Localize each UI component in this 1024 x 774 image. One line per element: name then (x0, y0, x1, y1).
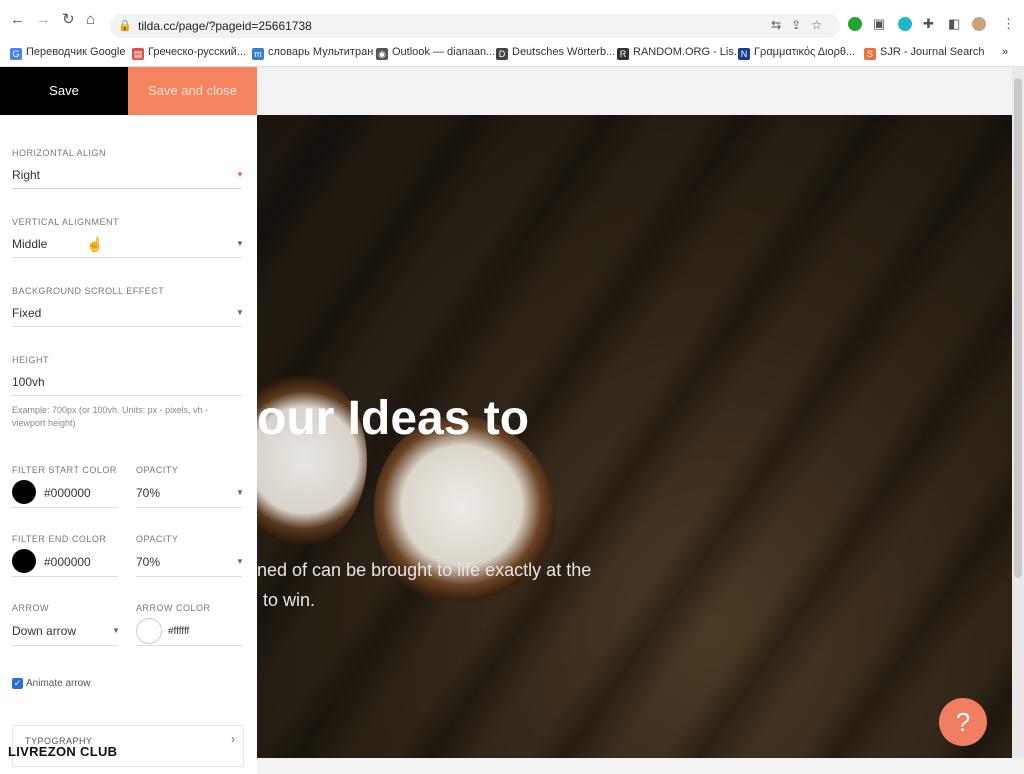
chevron-down-icon[interactable]: ▼ (112, 626, 120, 635)
menu-kebab-icon[interactable]: ⋮ (1002, 17, 1015, 31)
filter-end-color-swatch[interactable] (12, 549, 36, 573)
bookmark-sjr[interactable]: S SJR - Journal Search (864, 46, 985, 60)
chevron-down-icon[interactable]: ▼ (236, 239, 244, 248)
bookmark-label: Deutsches Wörterb... (512, 46, 616, 58)
arrow-color-label: ARROW COLOR (136, 603, 211, 613)
field-underline (12, 576, 118, 577)
horizontal-align-select[interactable]: Right (12, 168, 40, 182)
filter-end-opacity-label: OPACITY (136, 534, 179, 544)
field-underline (12, 507, 118, 508)
filter-start-opacity-select[interactable]: 70% (136, 486, 160, 500)
bookmark-random-org[interactable]: R RANDOM.ORG - Lis... (617, 46, 743, 60)
watermark-logo: LIVREZON CLUB (8, 744, 118, 759)
hero-title: our Ideas to (257, 392, 530, 445)
field-underline (12, 395, 242, 396)
profile-avatar[interactable] (972, 17, 986, 31)
extensions-puzzle-icon[interactable]: ✚ (923, 17, 934, 31)
chevron-down-icon[interactable]: ▼ (236, 170, 244, 179)
settings-panel: HORIZONTAL ALIGN Right ▼ VERTICAL ALIGNM… (0, 115, 257, 774)
arrow-color-input[interactable]: #ffffff (168, 626, 189, 637)
random-org-icon: R (617, 48, 629, 60)
height-label: HEIGHT (12, 355, 50, 365)
help-button[interactable]: ? (939, 698, 987, 746)
field-underline (136, 507, 242, 508)
chevron-down-icon[interactable]: ▼ (236, 557, 244, 566)
field-underline (12, 257, 242, 258)
address-bar[interactable]: 🔒 tilda.cc/page/?pageid=25661738 ⇆⇪☆ (110, 14, 840, 38)
save-button[interactable]: Save (0, 67, 128, 115)
scrollbar-thumb[interactable] (1014, 78, 1022, 578)
filter-start-opacity-label: OPACITY (136, 465, 179, 475)
sjr-icon: S (864, 48, 876, 60)
filter-start-color-swatch[interactable] (12, 480, 36, 504)
side-panel-icon[interactable]: ◧ (948, 17, 960, 31)
bookmark-label: SJR - Journal Search (880, 46, 985, 58)
bookmark-greek-russian[interactable]: ▤ Греческо-русский... (132, 46, 246, 60)
bookmark-label: RANDOM.ORG - Lis... (633, 46, 744, 58)
hero-subtitle-line: ned of can be brought to life exactly at… (257, 560, 592, 580)
arrow-label: ARROW (12, 603, 49, 613)
bookmark-label: Греческо-русский... (148, 46, 246, 58)
bookmark-label: Outlook — dianaan... (392, 46, 496, 58)
horizontal-align-label: HORIZONTAL ALIGN (12, 148, 107, 158)
vertical-alignment-label: VERTICAL ALIGNMENT (12, 217, 120, 227)
extension-puzzle-grey-icon[interactable]: ▣ (873, 17, 885, 31)
reload-icon[interactable]: ↻ (62, 12, 75, 28)
field-underline (12, 645, 118, 646)
field-underline (12, 326, 242, 327)
filter-end-color-input[interactable]: #000000 (44, 555, 91, 569)
extension-green-icon[interactable] (848, 17, 862, 31)
lock-icon[interactable]: 🔒 (118, 19, 132, 32)
bookmark-greek-grammar[interactable]: N Γραμματικός Διορθ... (738, 46, 855, 60)
more-bookmarks-icon[interactable]: » (1002, 46, 1008, 58)
bookmark-google-translate[interactable]: G Переводчик Google (10, 46, 126, 60)
height-input[interactable]: 100vh (12, 375, 45, 389)
bookmark-label: Γραμματικός Διορθ... (754, 46, 856, 58)
dwds-icon: D (496, 48, 508, 60)
chevron-down-icon[interactable]: ▼ (236, 308, 244, 317)
filter-start-color-label: FILTER START COLOR (12, 465, 117, 475)
filter-start-color-input[interactable]: #000000 (44, 486, 91, 500)
animate-arrow-checkbox[interactable]: ✓ (12, 678, 23, 689)
background-scroll-effect-select[interactable]: Fixed (12, 306, 41, 320)
background-scroll-effect-label: BACKGROUND SCROLL EFFECT (12, 286, 165, 296)
bookmark-label: Переводчик Google (26, 46, 126, 58)
address-url[interactable]: tilda.cc/page/?pageid=25661738 (138, 19, 312, 33)
forward-icon[interactable]: → (36, 12, 51, 28)
save-and-close-button[interactable]: Save and close (128, 67, 257, 115)
height-hint: Example: 700px (or 100vh. Units: px - pi… (12, 405, 209, 428)
vertical-alignment-select[interactable]: Middle (12, 237, 47, 251)
browser-toolbar: ← → ↻ ⌂ 🔒 tilda.cc/page/?pageid=25661738… (0, 0, 1024, 40)
field-underline (136, 645, 242, 646)
filter-end-opacity-select[interactable]: 70% (136, 555, 160, 569)
bookmark-label: словарь Мультитран (268, 46, 374, 58)
multitran-icon: m (252, 48, 264, 60)
omnibox-actions[interactable]: ⇆⇪☆ (771, 18, 832, 32)
field-underline (12, 188, 242, 189)
chevron-right-icon: › (231, 732, 235, 746)
bookmark-dwds[interactable]: D Deutsches Wörterb... (496, 46, 615, 60)
page-icon: ▤ (132, 48, 144, 60)
chevron-down-icon[interactable]: ▼ (236, 488, 244, 497)
animate-arrow-label: Animate arrow (26, 678, 91, 689)
n-icon: N (738, 48, 750, 60)
filter-end-color-label: FILTER END COLOR (12, 534, 107, 544)
bookmark-multitran[interactable]: m словарь Мультитран (252, 46, 373, 60)
bookmarks-bar: G Переводчик Google ▤ Греческо-русский... … (0, 40, 1024, 67)
globe-icon: ◉ (376, 48, 388, 60)
hero-subtitle: ned of can be brought to life exactly at… (257, 555, 591, 615)
google-translate-icon: G (10, 48, 22, 60)
arrow-color-swatch[interactable] (136, 618, 162, 644)
arrow-select[interactable]: Down arrow (12, 624, 76, 638)
hero-subtitle-line: to win. (263, 590, 316, 610)
page-preview: our Ideas to ned of can be brought to li… (257, 115, 1012, 758)
back-icon[interactable]: ← (10, 12, 25, 28)
extension-teal-icon[interactable] (898, 17, 912, 31)
field-underline (136, 576, 242, 577)
mouse-cursor-icon: ☝ (86, 236, 104, 252)
bookmark-outlook[interactable]: ◉ Outlook — dianaan... (376, 46, 495, 60)
home-icon[interactable]: ⌂ (86, 12, 95, 28)
